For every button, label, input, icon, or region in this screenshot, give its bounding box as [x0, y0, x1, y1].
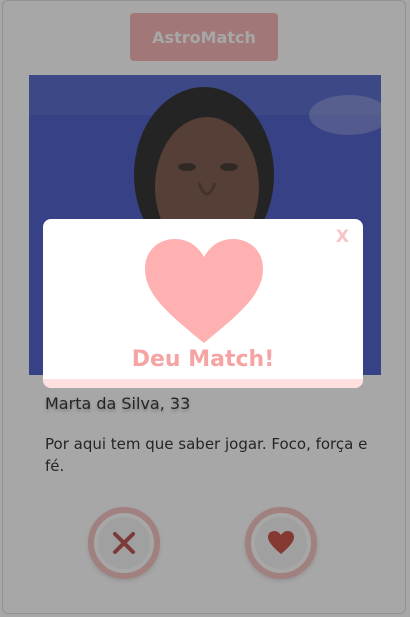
- match-heart-icon: [143, 237, 265, 349]
- match-modal: X Deu Match!: [43, 219, 363, 388]
- match-title: Deu Match!: [131, 347, 275, 372]
- modal-bottom-bar: [43, 379, 363, 388]
- close-button[interactable]: X: [336, 227, 349, 247]
